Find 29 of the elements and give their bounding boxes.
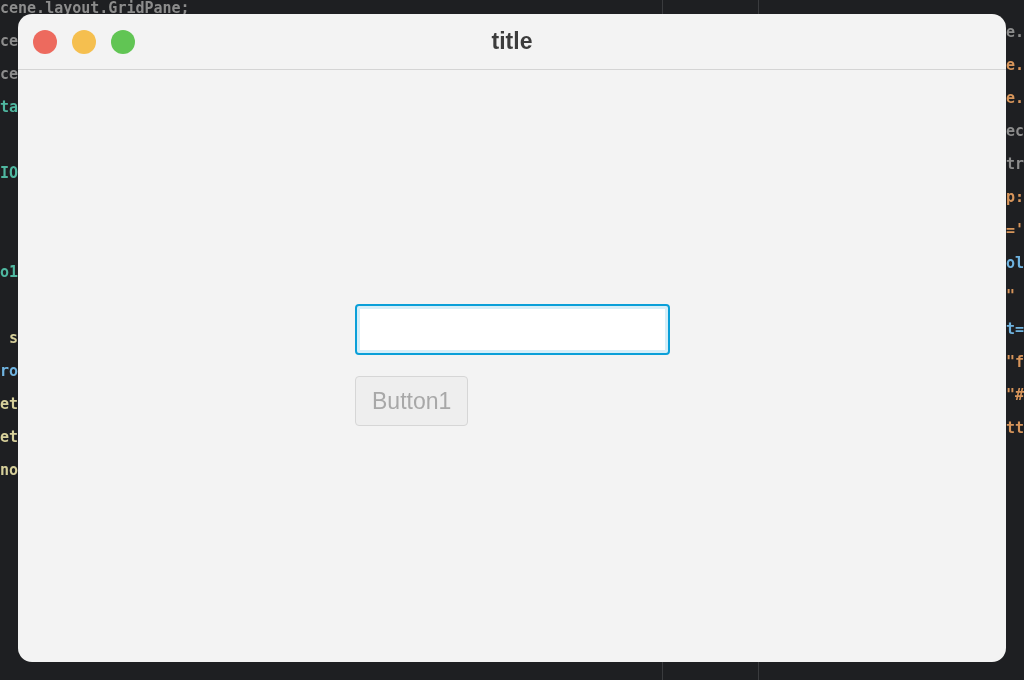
code-text: tt (1006, 419, 1024, 437)
code-text: cene.layout.GridPane; (0, 0, 190, 17)
code-text: t= (1006, 320, 1024, 338)
code-text: o1 (0, 263, 19, 281)
zoom-button[interactable] (111, 29, 135, 54)
code-text: tr (1006, 155, 1024, 173)
text-field[interactable] (355, 304, 670, 355)
code-text: ce (0, 32, 19, 50)
code-text: p: (1006, 188, 1024, 206)
code-text: " (1006, 287, 1016, 305)
minimize-button[interactable] (72, 29, 96, 54)
code-text: ro (0, 362, 19, 380)
code-text: IO (0, 164, 19, 182)
code-text: ec (1006, 122, 1024, 140)
code-text: ce (0, 65, 19, 83)
code-text: e. (1006, 89, 1024, 107)
code-text: "# (1006, 386, 1024, 404)
code-text: ol (1006, 254, 1024, 272)
code-text: =' (1006, 221, 1024, 239)
code-text: e. (1006, 23, 1024, 41)
code-text: no (0, 461, 19, 479)
close-button[interactable] (33, 29, 57, 54)
code-text: "f (1006, 353, 1024, 371)
code-text: et (0, 395, 19, 413)
code-text: s (8, 329, 19, 347)
code-text: et (0, 428, 19, 446)
code-text: ta (0, 98, 19, 116)
window-title: title (491, 28, 533, 55)
code-text: e. (1006, 56, 1024, 74)
